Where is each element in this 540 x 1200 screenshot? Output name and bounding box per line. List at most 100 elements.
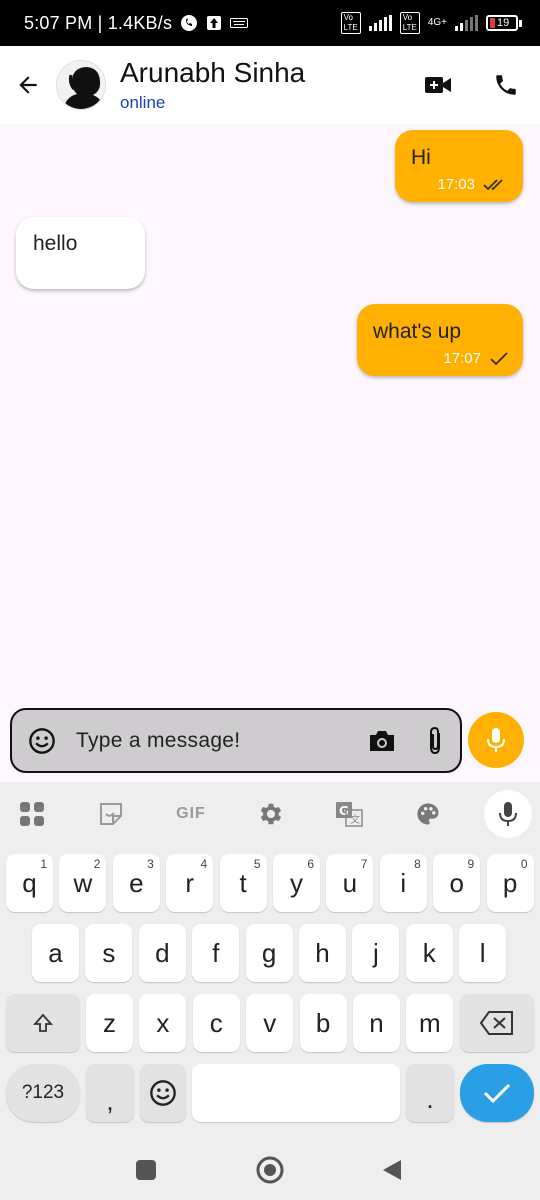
- key-l[interactable]: l: [459, 924, 507, 982]
- key-hint: 8: [414, 857, 421, 871]
- key-s[interactable]: s: [85, 924, 133, 982]
- sticker-button[interactable]: [93, 796, 129, 832]
- key-k[interactable]: k: [405, 924, 453, 982]
- translate-button[interactable]: G文: [331, 796, 367, 832]
- back-button[interactable]: [0, 46, 56, 124]
- volte-badge-2: Vo LTE: [399, 12, 420, 34]
- voice-record-button[interactable]: [468, 712, 524, 768]
- symbols-key[interactable]: ?123: [6, 1064, 80, 1122]
- key-d[interactable]: d: [138, 924, 186, 982]
- key-label: w: [73, 867, 93, 898]
- contact-info[interactable]: Arunabh Sinha online: [120, 57, 305, 113]
- key-i[interactable]: i8: [379, 854, 427, 912]
- key-label: p: [502, 867, 518, 898]
- message-bubble-outgoing[interactable]: what's up 17:07: [357, 304, 523, 376]
- key-label: c: [209, 1007, 223, 1038]
- key-n[interactable]: n: [353, 994, 400, 1052]
- enter-key[interactable]: [460, 1064, 534, 1122]
- check-icon: [483, 1083, 511, 1104]
- recents-icon: [136, 1160, 156, 1180]
- key-c[interactable]: c: [192, 994, 240, 1052]
- key-label: t: [239, 867, 247, 898]
- key-p[interactable]: p0: [486, 854, 534, 912]
- avatar[interactable]: [56, 60, 106, 110]
- key-label: k: [422, 937, 436, 968]
- whatsapp-notification-icon: [180, 14, 198, 32]
- key-label: f: [212, 937, 220, 968]
- emoji-icon: [29, 727, 55, 754]
- backspace-key[interactable]: [460, 994, 534, 1052]
- key-g[interactable]: g: [245, 924, 293, 982]
- home-icon: [256, 1156, 284, 1184]
- key-label: y: [290, 867, 303, 898]
- translate-icon: G文: [336, 802, 363, 827]
- key-y[interactable]: y6: [273, 854, 320, 912]
- voice-typing-button[interactable]: [484, 790, 532, 838]
- key-a[interactable]: a: [32, 924, 79, 982]
- key-label: v: [263, 1007, 277, 1038]
- key-z[interactable]: z: [86, 994, 133, 1052]
- message-bubble-incoming[interactable]: hello: [16, 217, 145, 289]
- contact-status: online: [120, 93, 166, 112]
- emoji-key[interactable]: [140, 1064, 186, 1122]
- battery-level: 19: [497, 17, 510, 29]
- key-hint: 3: [147, 857, 154, 871]
- gif-button[interactable]: GIF: [168, 796, 214, 832]
- theme-button[interactable]: [410, 796, 446, 832]
- emoji-button[interactable]: [28, 727, 56, 755]
- key-hint: 1: [40, 857, 47, 871]
- key-f[interactable]: f: [192, 924, 240, 982]
- apps-button[interactable]: [14, 796, 50, 832]
- key-q[interactable]: q1: [6, 854, 53, 912]
- key-hint: 6: [307, 857, 314, 871]
- check-icon: [490, 351, 508, 365]
- message-bubble-outgoing[interactable]: Hi 17:03: [395, 130, 523, 202]
- key-label: n: [369, 1007, 384, 1038]
- signal-2-icon: [455, 15, 478, 31]
- message-list[interactable]: Hi 17:03 hello what's up 17:07: [0, 124, 540, 706]
- key-w[interactable]: w2: [59, 854, 107, 912]
- key-o[interactable]: o9: [433, 854, 481, 912]
- settings-button[interactable]: [252, 796, 288, 832]
- phone-icon: [496, 75, 516, 95]
- volte-badge: Vo LTE: [340, 12, 361, 34]
- key-label: u: [342, 867, 358, 898]
- key-m[interactable]: m: [406, 994, 454, 1052]
- message-composer[interactable]: Type a message!: [10, 708, 462, 773]
- key-label: j: [373, 937, 379, 968]
- period-key[interactable]: .: [406, 1064, 454, 1122]
- recents-button[interactable]: [128, 1152, 164, 1188]
- sticker-icon: [100, 803, 122, 825]
- camera-button[interactable]: [368, 729, 396, 753]
- comma-key[interactable]: ,: [86, 1064, 134, 1122]
- message-input[interactable]: Type a message!: [76, 729, 368, 753]
- key-h[interactable]: h: [299, 924, 346, 982]
- video-call-icon: [425, 77, 451, 93]
- key-label: z: [103, 1007, 116, 1038]
- battery-icon: 19: [486, 15, 522, 31]
- voice-icon: [499, 802, 517, 826]
- video-call-button[interactable]: [404, 55, 472, 115]
- space-key[interactable]: [192, 1064, 400, 1122]
- key-u[interactable]: u7: [326, 854, 374, 912]
- key-label: x: [156, 1007, 170, 1038]
- key-r[interactable]: r4: [166, 854, 214, 912]
- status-time: 5:07 PM | 1.4KB/s: [24, 12, 173, 33]
- shift-icon: [32, 1013, 54, 1032]
- upload-icon: [206, 15, 222, 31]
- voice-call-button[interactable]: [472, 55, 540, 115]
- key-t[interactable]: t5: [219, 854, 267, 912]
- comma-label: ,: [106, 1085, 114, 1116]
- key-j[interactable]: j: [352, 924, 400, 982]
- key-label: r: [185, 867, 195, 898]
- key-b[interactable]: b: [299, 994, 347, 1052]
- key-e[interactable]: e3: [112, 854, 160, 912]
- attach-button[interactable]: [426, 726, 444, 756]
- key-v[interactable]: v: [246, 994, 294, 1052]
- message-time: 17:03: [437, 176, 475, 193]
- back-nav-button[interactable]: [374, 1152, 410, 1188]
- shift-key[interactable]: [6, 994, 80, 1052]
- home-button[interactable]: [252, 1152, 288, 1188]
- key-x[interactable]: x: [139, 994, 187, 1052]
- key-label: s: [102, 937, 116, 968]
